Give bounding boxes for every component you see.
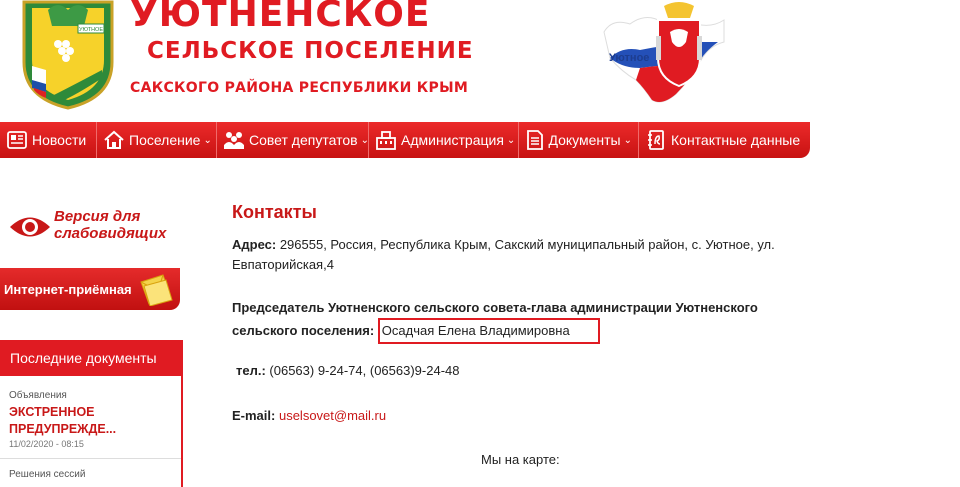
doc-category: Решения сессий <box>9 469 86 480</box>
doc-date: 11/02/2020 - 08:15 <box>9 439 84 449</box>
chevron-down-icon: ⌄ <box>360 134 369 146</box>
internet-reception-label: Интернет-приёмная <box>4 282 132 297</box>
site-title-line1: УЮТНЕНСКОЕ <box>130 0 431 35</box>
nav-item-label: Поселение <box>129 132 201 148</box>
coat-of-arms-icon[interactable]: УЮТНОЕ <box>18 0 118 110</box>
people-icon <box>223 129 245 151</box>
contact-book-icon <box>645 129 667 151</box>
chevron-down-icon: ⌄ <box>623 134 632 146</box>
low-vision-version-link[interactable]: Версия для слабовидящих <box>8 208 183 248</box>
nav-item-news[interactable]: Новости <box>0 122 97 158</box>
page-title: Контакты <box>232 202 317 222</box>
address-value: 296555, Россия, Республика Крым, Сакский… <box>232 237 775 272</box>
email-link[interactable]: uselsovet@mail.ru <box>279 408 386 423</box>
nav-item-label: Документы <box>548 132 621 148</box>
nav-item-label: Совет депутатов <box>249 132 358 148</box>
building-icon <box>375 129 397 151</box>
phone-block: тел.: (06563) 9-24-74, (06563)9-24-48 <box>236 361 459 381</box>
nav-item-documents[interactable]: Документы ⌄ <box>519 122 639 158</box>
house-icon <box>103 129 125 151</box>
nav-item-label: Контактные данные <box>671 132 801 148</box>
low-vision-line1: Версия для <box>54 208 141 225</box>
site-title-line3: САКСКОГО РАЙОНА РЕСПУБЛИКИ КРЫМ <box>130 80 469 96</box>
email-label: E-mail: <box>232 408 276 423</box>
nav-item-settlement[interactable]: Поселение ⌄ <box>97 122 217 158</box>
newspaper-icon <box>6 129 28 151</box>
phone-label: тел.: <box>236 363 266 378</box>
envelope-icon <box>140 274 173 306</box>
site-title-line2: СЕЛЬСКОЕ ПОСЕЛЕНИЕ <box>147 38 474 64</box>
nav-item-label: Администрация <box>401 132 504 148</box>
address-label: Адрес: <box>232 237 277 252</box>
chevron-down-icon: ⌄ <box>506 134 516 146</box>
doc-title-link[interactable]: ЭКСТРЕННОЕ ПРЕДУПРЕЖДЕ... <box>9 404 116 438</box>
nav-item-council[interactable]: Совет депутатов ⌄ <box>217 122 369 158</box>
phone-value: (06563) 9-24-74, (06563)9-24-48 <box>265 363 460 378</box>
nav-item-label: Новости <box>32 132 87 148</box>
low-vision-line2: слабовидящих <box>54 225 167 242</box>
nav-item-contacts[interactable]: Контактные данные <box>639 122 810 158</box>
internet-reception-button[interactable]: Интернет-приёмная <box>0 268 180 310</box>
main-nav: Новости Поселение ⌄ Совет депутатов ⌄ Ад… <box>0 122 810 158</box>
eye-icon <box>10 217 50 237</box>
emblem-label: УЮТНОЕ <box>79 27 103 33</box>
latest-documents-heading: Последние документы <box>0 340 181 376</box>
chevron-down-icon: ⌄ <box>203 134 212 146</box>
map-caption: Мы на карте: <box>481 452 560 467</box>
address-block: Адрес: 296555, Россия, Республика Крым, … <box>232 235 792 275</box>
map-village-label: Уютное <box>609 52 650 64</box>
doc-title-line1: ЭКСТРЕННОЕ <box>9 405 95 419</box>
chairman-block: Председатель Уютненского сельского совет… <box>232 298 792 344</box>
document-icon <box>525 129 544 151</box>
doc-category: Объявления <box>9 390 67 401</box>
divider <box>0 458 181 459</box>
latest-documents-panel: Последние документы Объявления ЭКСТРЕННО… <box>0 340 183 487</box>
site-header: УЮТНОЕ УЮТНЕНСКОЕ СЕЛЬСКОЕ ПОСЕЛЕНИЕ САК… <box>0 0 960 122</box>
email-block: E-mail: uselsovet@mail.ru <box>232 406 386 426</box>
nav-item-administration[interactable]: Администрация ⌄ <box>369 122 519 158</box>
chairman-name: Осадчая Елена Владимировна <box>377 318 600 344</box>
doc-title-line2: ПРЕДУПРЕЖДЕ... <box>9 422 117 436</box>
